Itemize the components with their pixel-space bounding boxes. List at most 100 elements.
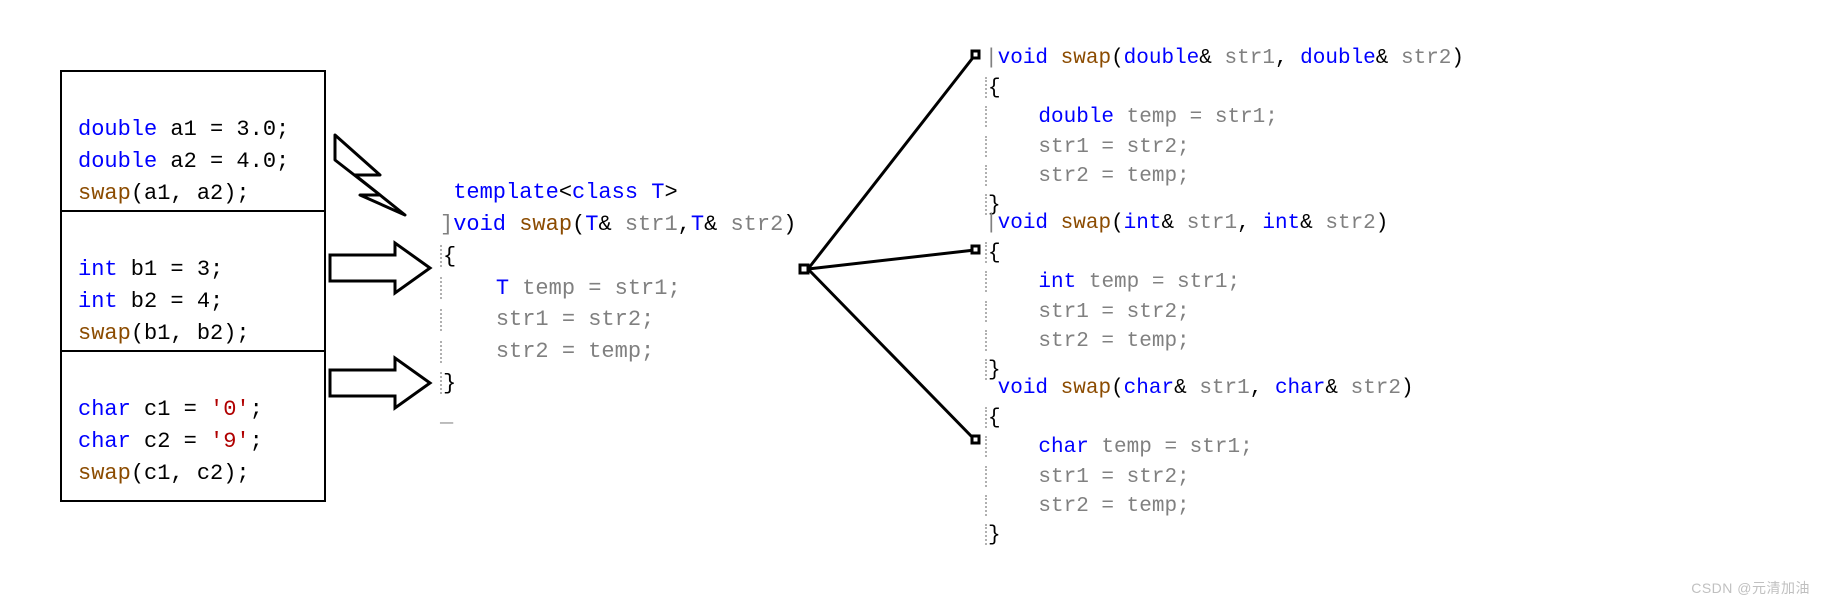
- usage-box-char: char c1 = '0'; char c2 = '9'; swap(c1, c…: [60, 350, 326, 502]
- code-text: (a1, a2);: [131, 181, 250, 206]
- watermark-text: CSDN @元清加油: [1691, 578, 1810, 598]
- code-text: temp = str1;: [1114, 106, 1278, 129]
- code-text: ): [1401, 377, 1414, 400]
- code-text: temp = str1;: [1089, 436, 1253, 459]
- code-text: ,: [1250, 377, 1275, 400]
- arrow-icon: [330, 243, 430, 293]
- code-text: (b1, b2);: [131, 321, 250, 346]
- type-T: T: [638, 180, 664, 205]
- lbrace: {: [988, 242, 1001, 265]
- char-literal: '0': [210, 397, 250, 422]
- code-text: (: [572, 212, 585, 237]
- code-text: ,: [1237, 212, 1262, 235]
- code-text: &: [1300, 212, 1325, 235]
- param-str2: str2: [1325, 212, 1375, 235]
- rbrace: }: [443, 371, 456, 396]
- usage-box-double: double a1 = 3.0; double a2 = 4.0; swap(a…: [60, 70, 326, 222]
- param-str2: str2: [730, 212, 783, 237]
- param-str2: str2: [1351, 377, 1401, 400]
- code-text: ;: [250, 429, 263, 454]
- type-int: int: [1262, 212, 1300, 235]
- fn-swap: swap: [1061, 47, 1111, 70]
- template-code-block: template<class T> ]void swap(T& str1,T& …: [440, 145, 796, 432]
- fn-swap: swap: [519, 212, 572, 237]
- code-text: c2 =: [131, 429, 210, 454]
- kw-double: double: [78, 117, 157, 142]
- code-text: ): [1376, 212, 1389, 235]
- type-char: char: [1124, 377, 1174, 400]
- code-text: a1 = 3.0;: [157, 117, 289, 142]
- rbrace: }: [988, 524, 1001, 547]
- type-double: double: [1300, 47, 1376, 70]
- code-text: a2 = 4.0;: [157, 149, 289, 174]
- fn-swap: swap: [78, 181, 131, 206]
- code-text: ): [783, 212, 796, 237]
- usage-box-int: int b1 = 3; int b2 = 4; swap(b1, b2);: [60, 210, 326, 362]
- code-text: temp = str1;: [1076, 271, 1240, 294]
- code-text: >: [664, 180, 677, 205]
- code-text: &: [598, 212, 624, 237]
- kw-char: char: [78, 397, 131, 422]
- param-str2: str2: [1401, 47, 1451, 70]
- type-char: char: [1038, 436, 1088, 459]
- param-str1: str1: [625, 212, 678, 237]
- code-text: b2 = 4;: [118, 289, 224, 314]
- kw-int: int: [78, 257, 118, 282]
- fn-swap: swap: [1061, 212, 1111, 235]
- lbrace: {: [988, 407, 1001, 430]
- type-double: double: [1124, 47, 1200, 70]
- type-T: T: [585, 212, 598, 237]
- code-text: &: [704, 212, 730, 237]
- kw-void: void: [453, 212, 506, 237]
- assign-line: str1 = str2;: [1038, 301, 1189, 324]
- char-literal: '9': [210, 429, 250, 454]
- fanout-lines: [800, 51, 979, 443]
- generated-swap-char: void swap(char& str1, char& str2) { char…: [985, 345, 1414, 551]
- kw-int: int: [78, 289, 118, 314]
- param-str1: str1: [1199, 377, 1249, 400]
- assign-line: str1 = str2;: [1038, 136, 1189, 159]
- kw-double: double: [78, 149, 157, 174]
- assign-line: str1 = str2;: [1038, 466, 1189, 489]
- code-text: (: [1111, 212, 1124, 235]
- lightning-arrow-icon: [335, 135, 405, 215]
- code-text: ,: [1275, 47, 1300, 70]
- code-text: ): [1451, 47, 1464, 70]
- fn-swap: swap: [78, 461, 131, 486]
- type-double: double: [1038, 106, 1114, 129]
- code-text: (: [1111, 377, 1124, 400]
- lbrace: {: [443, 244, 456, 269]
- code-text: ,: [678, 212, 691, 237]
- param-str1: str1: [1187, 212, 1237, 235]
- kw-template: template: [453, 180, 559, 205]
- code-text: (: [1111, 47, 1124, 70]
- end-marker: _: [440, 403, 453, 428]
- code-text: &: [1199, 47, 1224, 70]
- fn-swap: swap: [1061, 377, 1111, 400]
- kw-void: void: [998, 377, 1048, 400]
- type-int: int: [1124, 212, 1162, 235]
- code-text: ;: [250, 397, 263, 422]
- code-text: &: [1161, 212, 1186, 235]
- type-T: T: [496, 276, 509, 301]
- kw-void: void: [998, 47, 1048, 70]
- type-T: T: [691, 212, 704, 237]
- assign-line: str2 = temp;: [496, 339, 654, 364]
- code-text: &: [1174, 377, 1199, 400]
- arrow-icon: [330, 358, 430, 408]
- fn-swap: swap: [78, 321, 131, 346]
- kw-char: char: [78, 429, 131, 454]
- code-text: &: [1376, 47, 1401, 70]
- assign-line: str1 = str2;: [496, 307, 654, 332]
- param-str1: str1: [1225, 47, 1275, 70]
- assign-line: str2 = temp;: [1038, 495, 1189, 518]
- kw-class: class: [572, 180, 638, 205]
- type-char: char: [1275, 377, 1325, 400]
- code-text: c1 =: [131, 397, 210, 422]
- lbrace: {: [988, 77, 1001, 100]
- kw-void: void: [998, 212, 1048, 235]
- type-int: int: [1038, 271, 1076, 294]
- code-text: &: [1325, 377, 1350, 400]
- code-text: (c1, c2);: [131, 461, 250, 486]
- code-text: b1 = 3;: [118, 257, 224, 282]
